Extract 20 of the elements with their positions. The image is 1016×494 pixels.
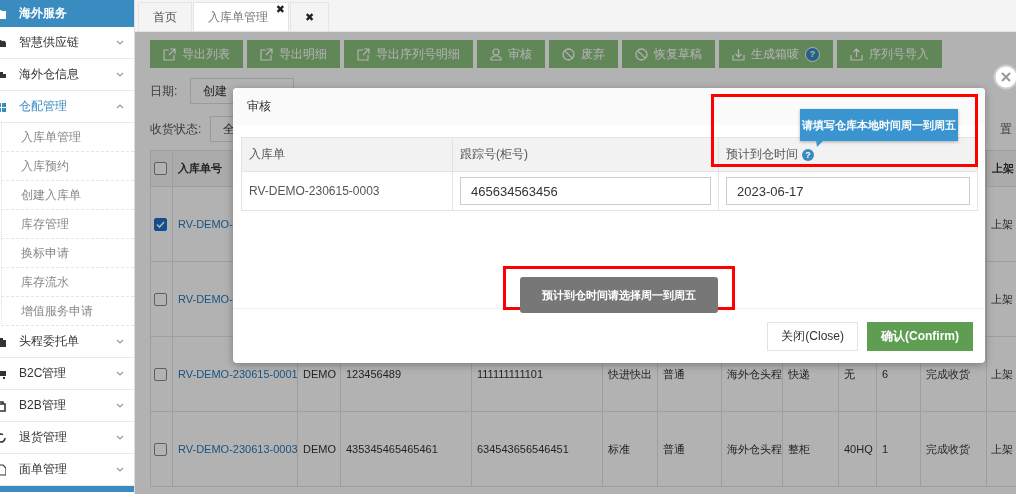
table-cell: 634543656546451 (471, 411, 603, 487)
table-cell: DEMO (297, 411, 341, 487)
table-cell: 435345465465461 (340, 411, 472, 487)
table-cell: 标准 (602, 411, 658, 487)
table-cell: 40HQ (838, 411, 877, 487)
table-cell: 1 (876, 411, 921, 487)
table-cell: 普通 (657, 411, 722, 487)
filter-label: 日期: (150, 82, 179, 100)
filter-label: 收货状态: (150, 120, 203, 138)
table-cell: RV-DEMO-230615-0003 (241, 171, 453, 211)
toast-message: 预计到仓时间请选择周一到周五 (520, 277, 718, 313)
tooltip: 请填写仓库本地时间周一到周五 (800, 109, 958, 141)
table-cell: 整柜 (782, 411, 839, 487)
table-cell: 海外仓头程 (721, 411, 783, 487)
column-header: 上架 (986, 150, 1016, 187)
column-header: 跟踪号(柜号) (452, 137, 719, 172)
column-header: 入库单 (241, 137, 453, 172)
help-icon: ? (805, 46, 820, 62)
help-icon: ? (802, 148, 814, 161)
table-cell: 完成收货 (920, 411, 987, 487)
